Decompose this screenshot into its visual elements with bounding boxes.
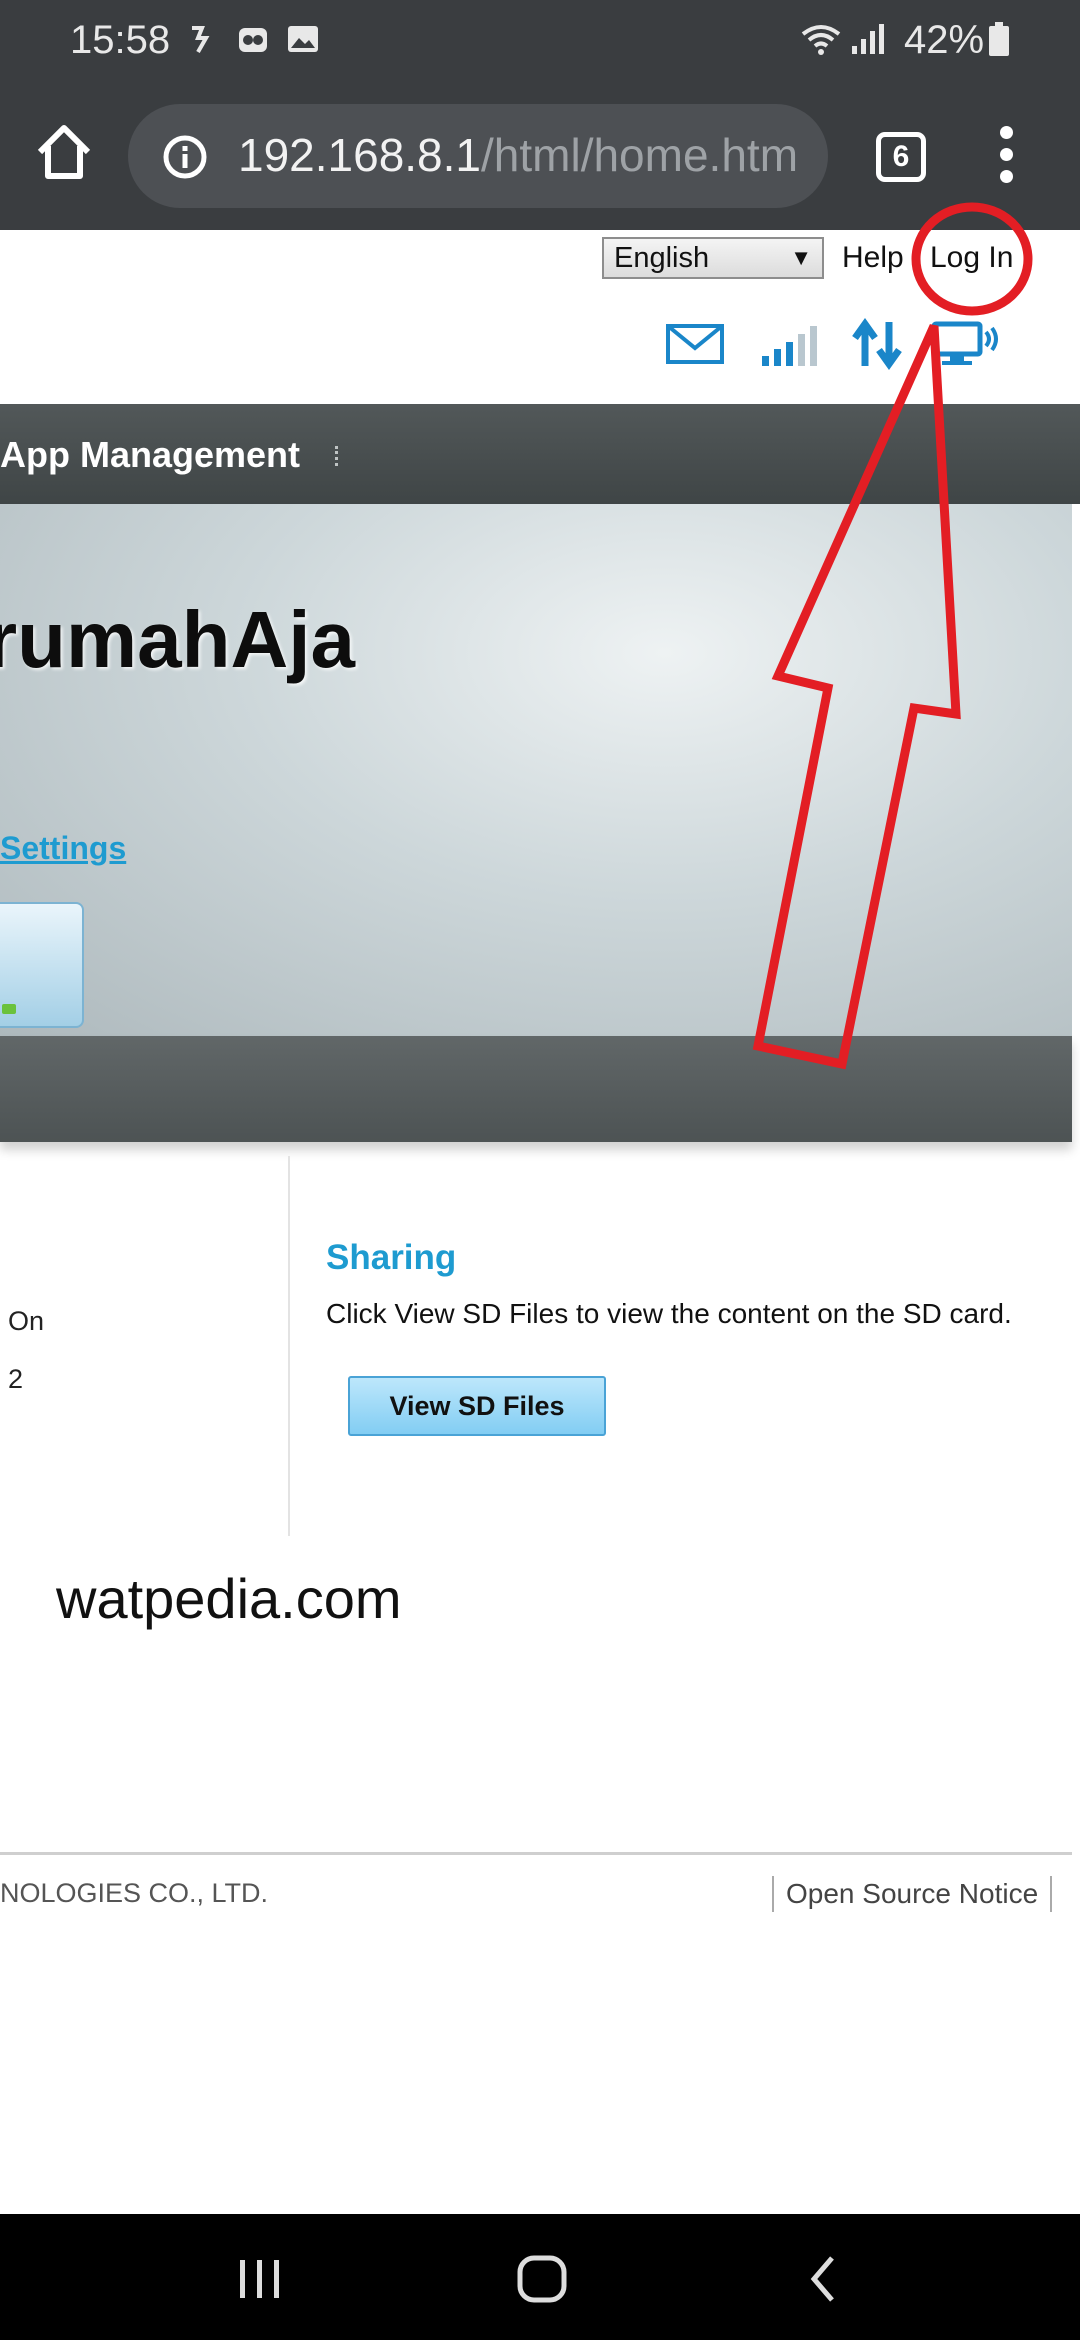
notification-app-icon <box>192 26 210 53</box>
copyright-text: NOLOGIES CO., LTD. <box>0 1878 269 1908</box>
signal-icon <box>852 24 884 54</box>
back-icon[interactable] <box>794 2252 854 2306</box>
url-path: /html/home.htm <box>481 129 799 181</box>
browser-toolbar: 192.168.8.1/html/home.htm 6 <box>0 82 1080 230</box>
signal-strength-icon <box>762 326 817 366</box>
footer-divider <box>0 1852 1072 1855</box>
status-bar: 15:58 42% <box>0 0 1080 82</box>
mail-icon[interactable] <box>664 318 726 370</box>
data-transfer-icon <box>852 318 902 370</box>
view-sd-files-button[interactable]: View SD Files <box>348 1376 606 1436</box>
main-nav: App Management <box>0 404 1080 504</box>
address-bar[interactable]: 192.168.8.1/html/home.htm <box>128 104 828 208</box>
column-divider <box>288 1156 290 1536</box>
nav-separator <box>335 446 338 466</box>
nav-app-management[interactable]: App Management <box>0 434 300 476</box>
home-icon[interactable] <box>32 120 96 184</box>
battery-percent: 42% <box>904 18 985 62</box>
screen: 15:58 42% 192.168.8.1/html/home.htm 6 En… <box>0 0 1080 2340</box>
info-icon[interactable] <box>162 134 208 180</box>
login-link[interactable]: Log In <box>930 241 1013 275</box>
sharing-title: Sharing <box>326 1238 457 1277</box>
wifi-icon <box>801 25 841 55</box>
device-tile[interactable] <box>0 902 84 1028</box>
battery-icon <box>989 22 1009 56</box>
connected-devices-icon <box>931 321 998 365</box>
network-name: rumahAja <box>0 595 355 684</box>
watermark-text: watpedia.com <box>56 1567 402 1630</box>
recent-apps-icon[interactable] <box>230 2252 290 2306</box>
tab-switcher-button[interactable]: 6 <box>876 132 926 182</box>
status-time: 15:58 <box>70 18 171 62</box>
annotation-overlay <box>752 202 1033 1070</box>
banner-bottom-strip <box>0 1036 1072 1142</box>
dropdown-arrow-icon: ▼ <box>790 245 812 270</box>
language-select[interactable]: English ▼ <box>602 237 824 279</box>
status-led <box>2 1004 16 1014</box>
more-menu-icon[interactable] <box>994 126 1018 196</box>
system-navigation-bar <box>0 2214 1080 2340</box>
device-banner: rumahAja Settings <box>0 504 1072 1036</box>
gallery-icon <box>288 26 318 52</box>
status-value-count: 2 <box>8 1364 24 1394</box>
tripadvisor-icon <box>239 28 267 52</box>
url-text[interactable]: 192.168.8.1/html/home.htm <box>238 128 798 182</box>
status-value-on: On <box>8 1306 45 1336</box>
help-link[interactable]: Help <box>842 241 904 275</box>
language-selected: English <box>614 242 710 274</box>
open-source-notice-link[interactable]: Open Source Notice <box>772 1876 1053 1912</box>
sharing-description: Click View SD Files to view the content … <box>326 1298 1012 1329</box>
url-host: 192.168.8.1 <box>238 129 482 181</box>
settings-link[interactable]: Settings <box>0 830 126 867</box>
home-nav-icon[interactable] <box>512 2252 572 2306</box>
